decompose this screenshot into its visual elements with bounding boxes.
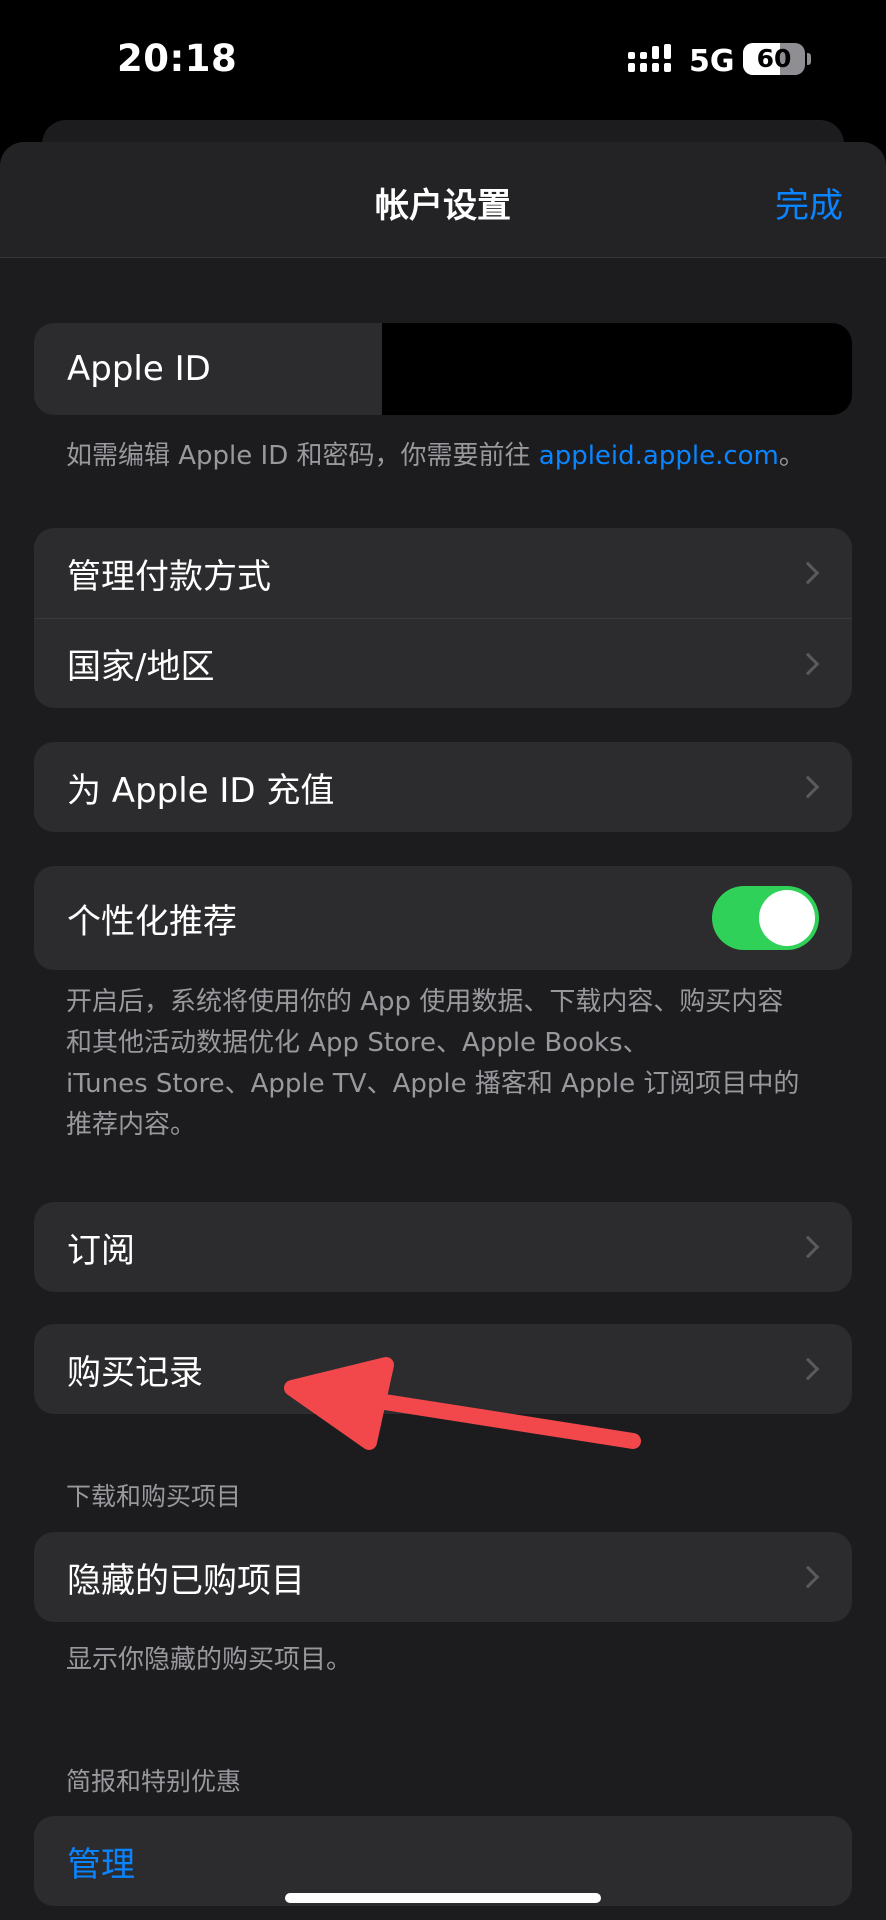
hidden-purchases-row[interactable]: 隐藏的已购项目: [34, 1532, 852, 1622]
battery-percent: 60: [756, 44, 792, 73]
appleid-link[interactable]: appleid.apple.com: [539, 441, 779, 471]
manage-payment-row[interactable]: 管理付款方式: [34, 528, 852, 618]
hidden-purchases-label: 隐藏的已购项目: [67, 1560, 305, 1601]
account-settings-sheet: 帐户设置 完成 Apple ID 如需编辑 Apple ID 和密码，你需要前往…: [0, 142, 886, 1920]
chevron-right-icon: [796, 652, 820, 675]
chevron-right-icon: [796, 1565, 820, 1589]
personalization-row: 个性化推荐: [34, 866, 852, 970]
personalization-note: 开启后，系统将使用你的 App 使用数据、下载内容、购买内容 和其他活动数据优化…: [66, 987, 800, 1140]
status-time: 20:18: [117, 37, 238, 80]
subscriptions-group: 订阅: [34, 1202, 852, 1292]
topup-row[interactable]: 为 Apple ID 充值: [34, 742, 852, 832]
payment-group: 管理付款方式 国家/地区: [34, 528, 852, 708]
home-indicator[interactable]: [285, 1893, 601, 1903]
nav-bar: 帐户设置 完成: [0, 142, 886, 258]
personalization-label: 个性化推荐: [67, 901, 237, 942]
cellular-signal-icon: [628, 44, 671, 72]
done-button[interactable]: 完成: [775, 178, 843, 227]
hidden-purchases-note: 显示你隐藏的购买项目。: [66, 1645, 353, 1675]
purchase-history-label: 购买记录: [67, 1352, 203, 1393]
battery-tip: [807, 53, 811, 65]
newsletter-header: 简报和特别优惠: [66, 1767, 242, 1796]
chevron-right-icon: [796, 1357, 820, 1381]
personalization-group: 个性化推荐: [34, 866, 852, 970]
subscriptions-label: 订阅: [67, 1230, 135, 1271]
purchase-history-row[interactable]: 购买记录: [34, 1324, 852, 1414]
chevron-right-icon: [796, 1235, 820, 1259]
battery-icon: 60: [743, 43, 805, 75]
manage-newsletter-label: 管理: [67, 1844, 135, 1885]
subscriptions-row[interactable]: 订阅: [34, 1202, 852, 1292]
status-bar: 20:18 5G 60: [0, 0, 886, 118]
country-region-row[interactable]: 国家/地区: [34, 618, 852, 708]
purchase-history-group: 购买记录: [34, 1324, 852, 1414]
apple-id-group: Apple ID: [34, 323, 852, 415]
topup-group: 为 Apple ID 充值: [34, 742, 852, 832]
personalization-toggle[interactable]: [712, 886, 819, 950]
apple-id-row[interactable]: Apple ID: [34, 323, 852, 415]
hidden-purchases-group: 隐藏的已购项目: [34, 1532, 852, 1622]
chevron-right-icon: [796, 561, 820, 585]
apple-id-note: 如需编辑 Apple ID 和密码，你需要前往 appleid.apple.co…: [66, 441, 805, 471]
downloads-header: 下载和购买项目: [66, 1482, 242, 1511]
topup-label: 为 Apple ID 充值: [67, 770, 335, 811]
manage-payment-label: 管理付款方式: [67, 556, 271, 597]
apple-id-label: Apple ID: [67, 349, 211, 389]
network-type: 5G: [689, 44, 735, 79]
chevron-right-icon: [796, 775, 820, 799]
country-region-label: 国家/地区: [67, 647, 215, 687]
toggle-knob: [759, 890, 815, 946]
redacted-apple-id: [382, 323, 852, 415]
page-title: 帐户设置: [375, 186, 511, 226]
